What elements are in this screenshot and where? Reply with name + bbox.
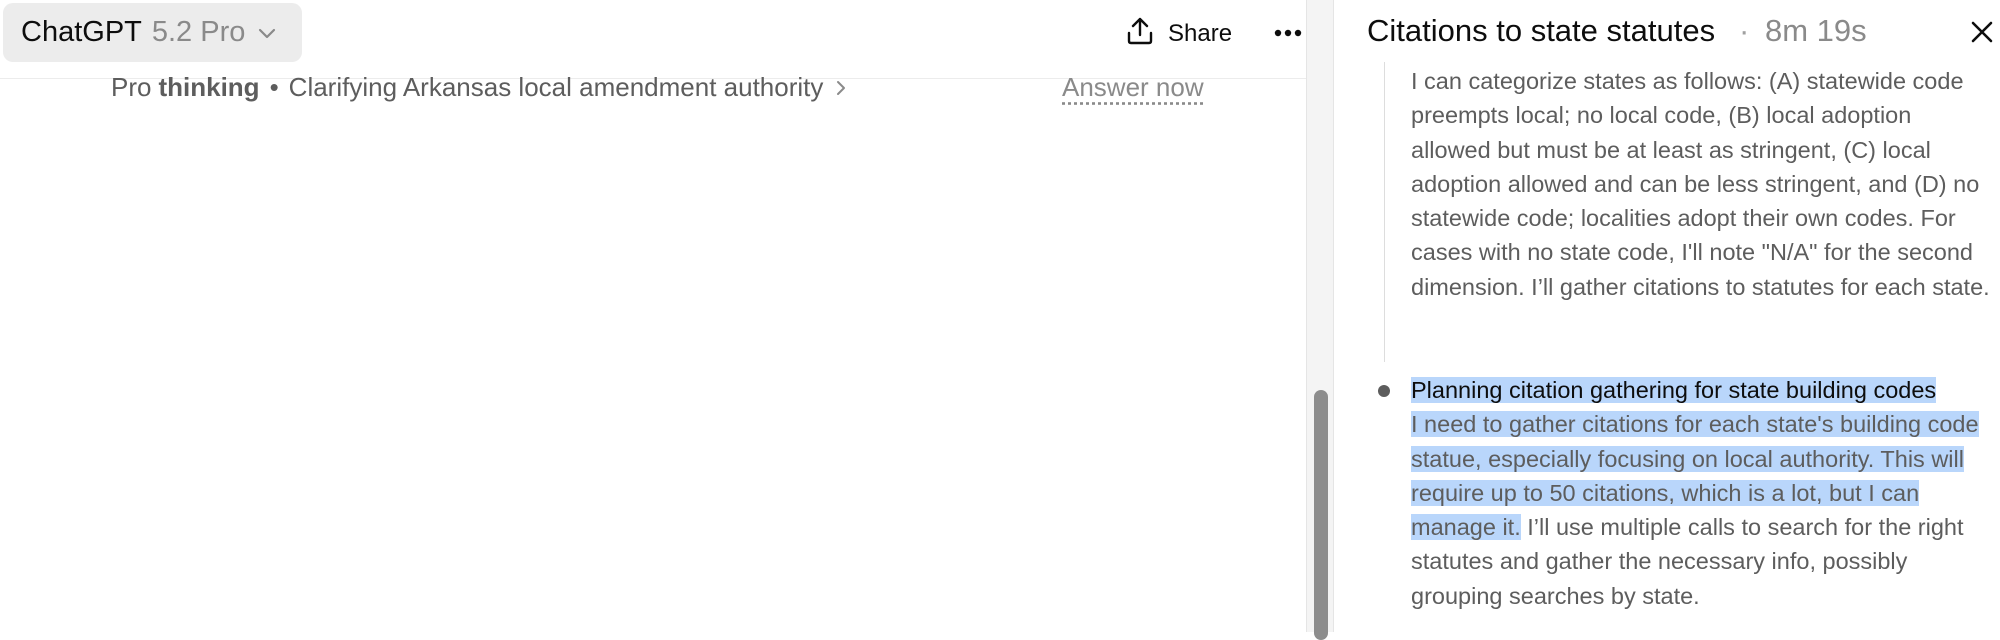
thinking-step: Planning citation gathering for state bu… [1411, 373, 1991, 613]
step-title: Planning citation gathering for state bu… [1411, 377, 1937, 403]
model-version: 5.2 Pro [151, 16, 246, 48]
status-thinking-label: thinking [158, 72, 260, 102]
model-selector-button[interactable]: ChatGPT 5.2 Pro [3, 3, 302, 62]
citations-panel: Citations to state statutes · 8m 19s I c… [1334, 0, 2000, 632]
timeline-bullet [1378, 385, 1390, 397]
answer-now-link[interactable]: Answer now [1062, 72, 1204, 103]
thinking-status[interactable]: Pro thinking • Clarifying Arkansas local… [111, 72, 847, 103]
timeline-line [1384, 62, 1385, 362]
chevron-right-icon [835, 79, 847, 97]
panel-title: Citations to state statutes [1367, 13, 1716, 48]
status-pro-label: Pro [111, 72, 152, 102]
chevron-down-icon [257, 26, 277, 40]
share-button[interactable]: Share [1126, 14, 1232, 54]
more-horizontal-icon [1274, 24, 1302, 42]
status-separator: • [269, 72, 279, 102]
share-label: Share [1168, 20, 1233, 47]
panel-header: Citations to state statutes · 8m 19s [1334, 0, 2000, 62]
close-panel-button[interactable] [1966, 16, 1998, 48]
status-text: Clarifying Arkansas local amendment auth… [288, 72, 824, 102]
chat-pane: ChatGPT 5.2 Pro Share Pro thinking • Cla… [0, 0, 1306, 632]
scrollbar-track[interactable] [1306, 0, 1334, 640]
scrollbar-thumb[interactable] [1314, 390, 1328, 640]
model-name: ChatGPT [21, 16, 142, 48]
panel-elapsed-time: 8m 19s [1765, 13, 1867, 48]
more-options-button[interactable] [1268, 16, 1308, 50]
chat-header: ChatGPT 5.2 Pro Share [0, 0, 1306, 79]
share-upload-icon [1126, 16, 1154, 53]
step-body-text: I can categorize states as follows: (A) … [1411, 68, 1990, 300]
panel-title-separator: · [1739, 13, 1750, 48]
close-icon [1966, 21, 1998, 52]
